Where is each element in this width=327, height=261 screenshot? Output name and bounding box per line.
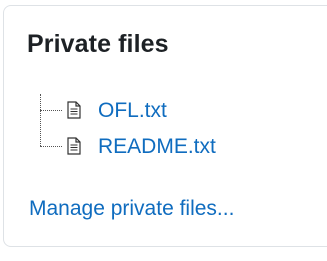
tree-connector (40, 145, 62, 147)
file-link-ofl[interactable]: OFL.txt (98, 100, 167, 121)
manage-private-files-link[interactable]: Manage private files... (29, 198, 234, 219)
text-file-icon (67, 101, 81, 119)
file-tree: OFL.txt README.txt (36, 94, 256, 164)
file-item[interactable]: README.txt (40, 134, 216, 158)
tree-connector (40, 109, 62, 111)
block-title: Private files (27, 30, 169, 58)
file-item[interactable]: OFL.txt (40, 98, 167, 122)
file-link-readme[interactable]: README.txt (98, 136, 216, 157)
text-file-icon (67, 137, 81, 155)
